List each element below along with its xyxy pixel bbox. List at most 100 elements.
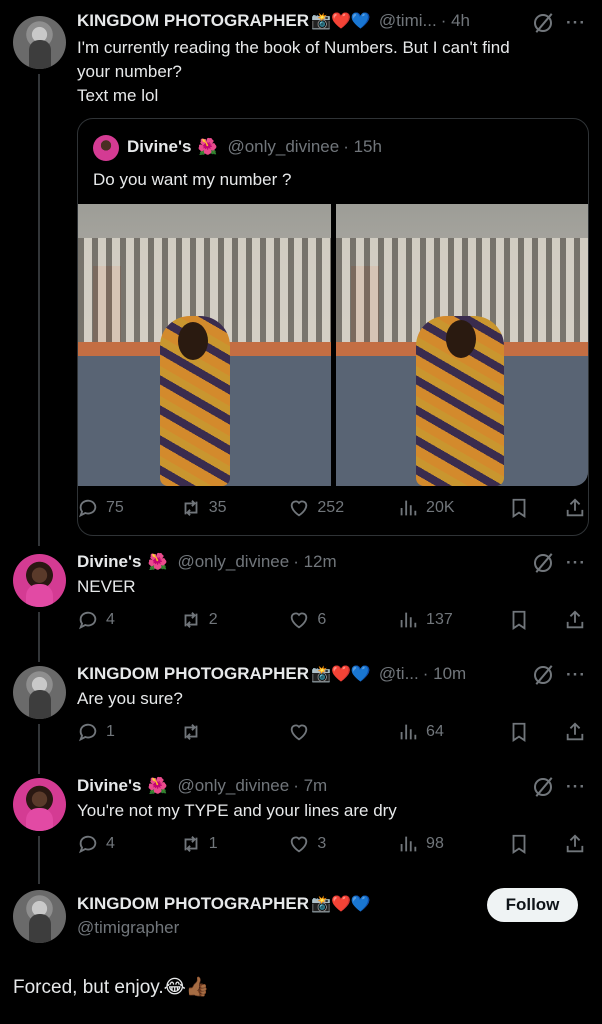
profile-row[interactable]: KINGDOM PHOTOGRAPHER 📸❤️💙 @timigrapher F… (0, 876, 602, 956)
repost-icon (184, 836, 198, 852)
action-bar: 4 1 3 98 (77, 833, 586, 855)
view-count: 137 (426, 611, 453, 628)
tweet-text: I'm currently reading the book of Number… (77, 38, 510, 105)
repost-button[interactable]: 35 (180, 497, 289, 519)
bookmark-button[interactable] (508, 497, 564, 519)
timestamp: · 15h (343, 137, 382, 156)
grok-icon[interactable] (534, 554, 553, 572)
action-bar: 1 64 (77, 721, 586, 743)
more-icon[interactable]: ··· (566, 777, 586, 797)
author-emojis: 🌺 (197, 139, 218, 156)
photo[interactable] (336, 204, 588, 486)
quoted-header: Divine's 🌺 @only_divinee · 15h (127, 137, 382, 157)
share-icon (566, 834, 584, 853)
views-button[interactable]: 20K (397, 497, 508, 519)
author-handle[interactable]: @only_divinee (177, 552, 289, 572)
tweet-header: KINGDOM PHOTOGRAPHER 📸❤️💙 @timi... · 4h (77, 11, 470, 31)
view-count: 98 (426, 835, 444, 852)
timestamp[interactable]: · 7m (293, 776, 327, 796)
bookmark-icon (512, 722, 526, 742)
grok-icon[interactable] (534, 14, 553, 32)
author-emojis: 🌺 (147, 778, 168, 795)
profile-header: KINGDOM PHOTOGRAPHER 📸❤️💙 (77, 894, 371, 914)
action-bar: 4 2 6 137 (77, 609, 586, 631)
reply-button[interactable]: 4 (77, 833, 180, 855)
repost-count: 35 (208, 499, 227, 516)
tweet-text: You're not my TYPE and your lines are dr… (77, 801, 397, 820)
like-button[interactable]: 6 (288, 609, 397, 631)
more-icon[interactable]: ··· (566, 13, 586, 33)
avatar[interactable] (93, 135, 119, 161)
like-button[interactable]: 3 (288, 833, 397, 855)
more-icon[interactable]: ··· (566, 665, 586, 685)
author-handle[interactable]: @only_divinee (177, 776, 289, 796)
share-button[interactable] (564, 609, 586, 631)
quoted-tweet[interactable]: Divine's 🌺 @only_divinee · 15h Do you wa… (77, 118, 589, 536)
avatar[interactable] (13, 16, 66, 69)
timestamp[interactable]: · 10m (423, 664, 466, 684)
views-icon (400, 724, 417, 740)
repost-button[interactable] (180, 721, 289, 743)
like-button[interactable]: 252 (288, 497, 397, 519)
like-button[interactable] (288, 721, 397, 743)
author-name: Divine's (127, 137, 192, 156)
timestamp[interactable]: · 12m (293, 552, 336, 572)
repost-count: 1 (208, 835, 218, 852)
heart-icon (291, 836, 308, 853)
author-name[interactable]: Divine's (77, 776, 142, 796)
tweet[interactable]: KINGDOM PHOTOGRAPHER 📸❤️💙 @timi... · 4h … (0, 0, 602, 540)
views-button[interactable]: 64 (397, 721, 508, 743)
tweet[interactable]: Divine's 🌺 @only_divinee · 12m ··· NEVER… (0, 540, 602, 652)
views-button[interactable]: 137 (397, 609, 508, 631)
author-name[interactable]: Divine's (77, 552, 142, 572)
share-button[interactable] (564, 721, 586, 743)
photo[interactable] (78, 204, 331, 486)
avatar[interactable] (13, 554, 66, 607)
reply-count: 1 (106, 723, 115, 740)
grok-icon[interactable] (534, 666, 553, 684)
tweet-header: KINGDOM PHOTOGRAPHER 📸❤️💙 @ti... · 10m (77, 664, 466, 684)
avatar[interactable] (13, 778, 66, 831)
profile-name[interactable]: KINGDOM PHOTOGRAPHER (77, 894, 309, 914)
author-name[interactable]: KINGDOM PHOTOGRAPHER (77, 11, 309, 31)
reply-count: 4 (106, 835, 115, 852)
bookmark-button[interactable] (508, 833, 564, 855)
repost-icon (184, 724, 198, 740)
heart-icon (291, 500, 308, 517)
view-count: 64 (426, 723, 444, 740)
profile-handle[interactable]: @timigrapher (77, 918, 179, 938)
share-button[interactable] (564, 833, 586, 855)
author-emojis: 📸❤️💙 (311, 13, 371, 30)
author-emojis: 🌺 (147, 554, 168, 571)
profile-emojis: 📸❤️💙 (311, 896, 371, 913)
views-icon (400, 500, 417, 516)
more-icon[interactable]: ··· (566, 553, 586, 573)
bookmark-button[interactable] (508, 609, 564, 631)
share-icon (566, 498, 584, 517)
repost-button[interactable]: 2 (180, 609, 289, 631)
author-handle[interactable]: @timi... (379, 11, 437, 31)
tweet[interactable]: KINGDOM PHOTOGRAPHER 📸❤️💙 @ti... · 10m ·… (0, 652, 602, 764)
reply-button[interactable]: 4 (77, 609, 180, 631)
author-handle[interactable]: @ti... (379, 664, 419, 684)
tweet[interactable]: Divine's 🌺 @only_divinee · 7m ··· You're… (0, 764, 602, 876)
grok-icon[interactable] (534, 778, 553, 796)
bookmark-icon (512, 498, 526, 518)
reply-button[interactable]: 75 (77, 497, 180, 519)
share-button[interactable] (564, 497, 586, 519)
reply-button[interactable]: 1 (77, 721, 180, 743)
repost-icon (184, 500, 198, 516)
author-emojis: 📸❤️💙 (311, 666, 371, 683)
timestamp[interactable]: · 4h (441, 11, 470, 31)
avatar[interactable] (13, 666, 66, 719)
repost-count: 2 (208, 611, 218, 628)
follow-button[interactable]: Follow (487, 888, 578, 922)
reply-icon (78, 499, 97, 518)
repost-button[interactable]: 1 (180, 833, 289, 855)
views-button[interactable]: 98 (397, 833, 508, 855)
share-icon (566, 610, 584, 629)
author-name[interactable]: KINGDOM PHOTOGRAPHER (77, 664, 309, 684)
avatar[interactable] (13, 890, 66, 943)
repost-icon (184, 612, 198, 628)
bookmark-button[interactable] (508, 721, 564, 743)
